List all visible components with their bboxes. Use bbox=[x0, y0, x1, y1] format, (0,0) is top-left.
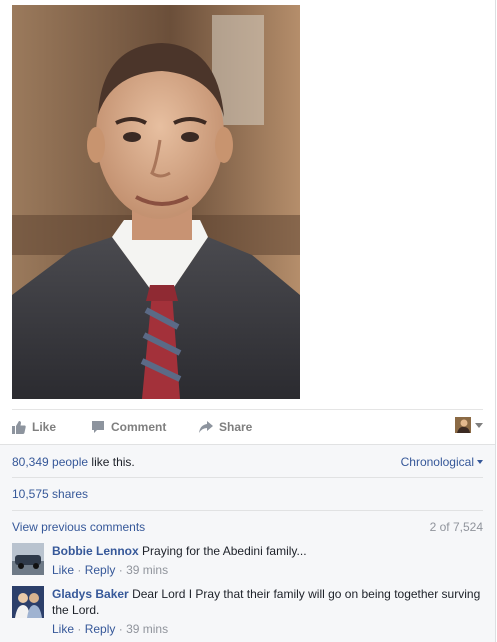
likes-summary: 80,349 people like this. Chronological bbox=[12, 454, 483, 470]
comment-meta: Like · Reply · 39 mins bbox=[52, 622, 482, 636]
comment-timestamp[interactable]: 39 mins bbox=[126, 563, 168, 577]
meta-dot: · bbox=[118, 622, 123, 636]
previous-comments-row: View previous comments 2 of 7,524 bbox=[12, 519, 483, 535]
like-label: Like bbox=[32, 420, 57, 434]
meta-dot: · bbox=[77, 622, 82, 636]
commenter-avatar[interactable] bbox=[12, 543, 44, 575]
like-suffix: like this. bbox=[88, 455, 135, 469]
comment-meta: Like · Reply · 39 mins bbox=[52, 563, 482, 577]
commenter-avatar[interactable] bbox=[12, 586, 44, 618]
comment-like-link[interactable]: Like bbox=[52, 563, 74, 577]
comment-order-label: Chronological bbox=[400, 455, 474, 469]
comment-label: Comment bbox=[111, 420, 167, 434]
shares-link[interactable]: 10,575 shares bbox=[12, 487, 88, 501]
comment-counter: 2 of 7,524 bbox=[429, 520, 483, 534]
comment-reply-link[interactable]: Reply bbox=[85, 563, 116, 577]
share-label: Share bbox=[219, 420, 253, 434]
meta-dot: · bbox=[77, 563, 82, 577]
post-actions-bar: Like Comment Share bbox=[12, 409, 483, 443]
comment-order-dropdown[interactable]: Chronological bbox=[401, 454, 483, 470]
viewer-avatar bbox=[455, 417, 471, 433]
viewer-selector[interactable] bbox=[455, 417, 483, 433]
comment-like-link[interactable]: Like bbox=[52, 622, 74, 636]
comment-body: Gladys Baker Dear Lord I Pray that their… bbox=[52, 586, 482, 636]
thumbs-up-icon bbox=[12, 421, 26, 434]
speech-bubble-icon bbox=[92, 421, 104, 433]
comment-button[interactable]: Comment bbox=[91, 410, 497, 444]
comment-body: Bobbie Lennox Praying for the Abedini fa… bbox=[52, 543, 482, 577]
right-border bbox=[495, 0, 496, 642]
comment-timestamp[interactable]: 39 mins bbox=[126, 622, 168, 636]
comment-item: Gladys Baker Dear Lord I Pray that their… bbox=[12, 586, 483, 638]
comment-text: Praying for the Abedini family... bbox=[142, 544, 307, 558]
comment-text-line: Bobbie Lennox Praying for the Abedini fa… bbox=[52, 543, 482, 559]
comment-author[interactable]: Bobbie Lennox bbox=[52, 544, 139, 558]
post-container: Like Comment Share 80,349 people like th… bbox=[0, 0, 497, 642]
share-arrow-icon bbox=[199, 421, 213, 433]
post-photo[interactable] bbox=[12, 5, 300, 399]
view-previous-comments-link[interactable]: View previous comments bbox=[12, 520, 145, 534]
divider bbox=[12, 477, 483, 478]
like-count-link[interactable]: 80,349 people bbox=[12, 455, 88, 469]
feedback-section: 80,349 people like this. Chronological 1… bbox=[0, 444, 495, 642]
portrait-image bbox=[12, 5, 300, 399]
divider bbox=[12, 510, 483, 511]
order-caret-icon bbox=[477, 460, 483, 464]
comment-reply-link[interactable]: Reply bbox=[85, 622, 116, 636]
comment-text-line: Gladys Baker Dear Lord I Pray that their… bbox=[52, 586, 482, 618]
caret-down-icon bbox=[475, 422, 483, 428]
meta-dot: · bbox=[118, 563, 123, 577]
comment-item: Bobbie Lennox Praying for the Abedini fa… bbox=[12, 543, 483, 579]
like-button[interactable]: Like bbox=[12, 410, 56, 444]
shares-summary: 10,575 shares bbox=[12, 486, 483, 502]
comment-author[interactable]: Gladys Baker bbox=[52, 587, 129, 601]
share-button[interactable]: Share bbox=[198, 410, 252, 444]
